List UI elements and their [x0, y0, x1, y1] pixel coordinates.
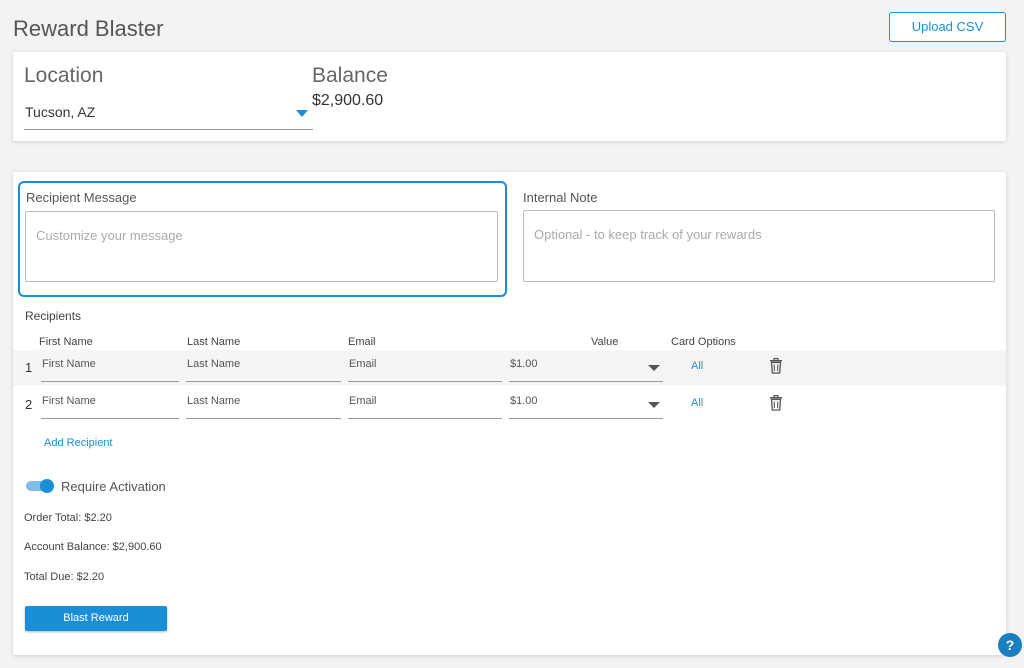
help-button[interactable]: ?	[998, 633, 1022, 657]
row-number: 1	[25, 360, 33, 375]
require-activation-label: Require Activation	[61, 479, 166, 494]
blast-reward-button[interactable]: Blast Reward	[25, 606, 167, 631]
value-select[interactable]: $1.00	[509, 387, 663, 419]
column-value: Value	[591, 336, 619, 348]
recipients-heading: Recipients	[25, 309, 82, 323]
first-name-input[interactable]: First Name	[41, 350, 179, 382]
column-email: Email	[348, 336, 376, 348]
column-first-name: First Name	[39, 336, 93, 348]
trash-icon[interactable]	[769, 358, 783, 374]
trash-icon[interactable]	[769, 395, 783, 411]
card-options-link[interactable]: All	[691, 360, 703, 372]
value-select[interactable]: $1.00	[509, 350, 663, 382]
recipient-message-group: Recipient Message Customize your message	[18, 181, 507, 297]
toggle-knob	[40, 479, 54, 493]
reward-form-card: Recipient Message Customize your message…	[13, 172, 1006, 655]
require-activation-toggle[interactable]	[26, 479, 54, 493]
upload-csv-button[interactable]: Upload CSV	[889, 12, 1006, 42]
page-title: Reward Blaster	[13, 16, 164, 41]
email-input[interactable]: Email	[348, 387, 502, 419]
internal-note-input[interactable]: Optional - to keep track of your rewards	[523, 210, 995, 282]
card-options-link[interactable]: All	[691, 397, 703, 409]
row-number: 2	[25, 397, 33, 412]
balance-value: $2,900.60	[312, 92, 384, 109]
email-input[interactable]: Email	[348, 350, 502, 382]
add-recipient-link[interactable]: Add Recipient	[44, 437, 113, 449]
chevron-down-icon[interactable]	[648, 365, 660, 371]
total-due: Total Due: $2.20	[24, 571, 105, 583]
recipient-row: 2 First Name Last Name Email $1.00 All	[13, 387, 1006, 423]
recipient-message-label: Recipient Message	[26, 190, 137, 205]
chevron-down-icon[interactable]	[648, 402, 660, 408]
internal-note-label: Internal Note	[523, 190, 598, 205]
location-select[interactable]: Tucson, AZ	[24, 102, 313, 130]
last-name-input[interactable]: Last Name	[186, 350, 341, 382]
order-total: Order Total: $2.20	[24, 512, 112, 524]
account-balance: Account Balance: $2,900.60	[24, 541, 162, 553]
recipient-message-input[interactable]: Customize your message	[25, 211, 498, 282]
column-last-name: Last Name	[187, 336, 241, 348]
location-balance-card: Location Tucson, AZ Balance $2,900.60	[13, 52, 1006, 141]
chevron-down-icon[interactable]	[296, 110, 308, 117]
location-value: Tucson, AZ	[25, 104, 96, 120]
column-card-options: Card Options	[671, 336, 736, 348]
balance-label: Balance	[312, 64, 388, 87]
first-name-input[interactable]: First Name	[41, 387, 179, 419]
location-label: Location	[24, 64, 104, 87]
last-name-input[interactable]: Last Name	[186, 387, 341, 419]
recipient-row: 1 First Name Last Name Email $1.00 All	[13, 350, 1006, 386]
